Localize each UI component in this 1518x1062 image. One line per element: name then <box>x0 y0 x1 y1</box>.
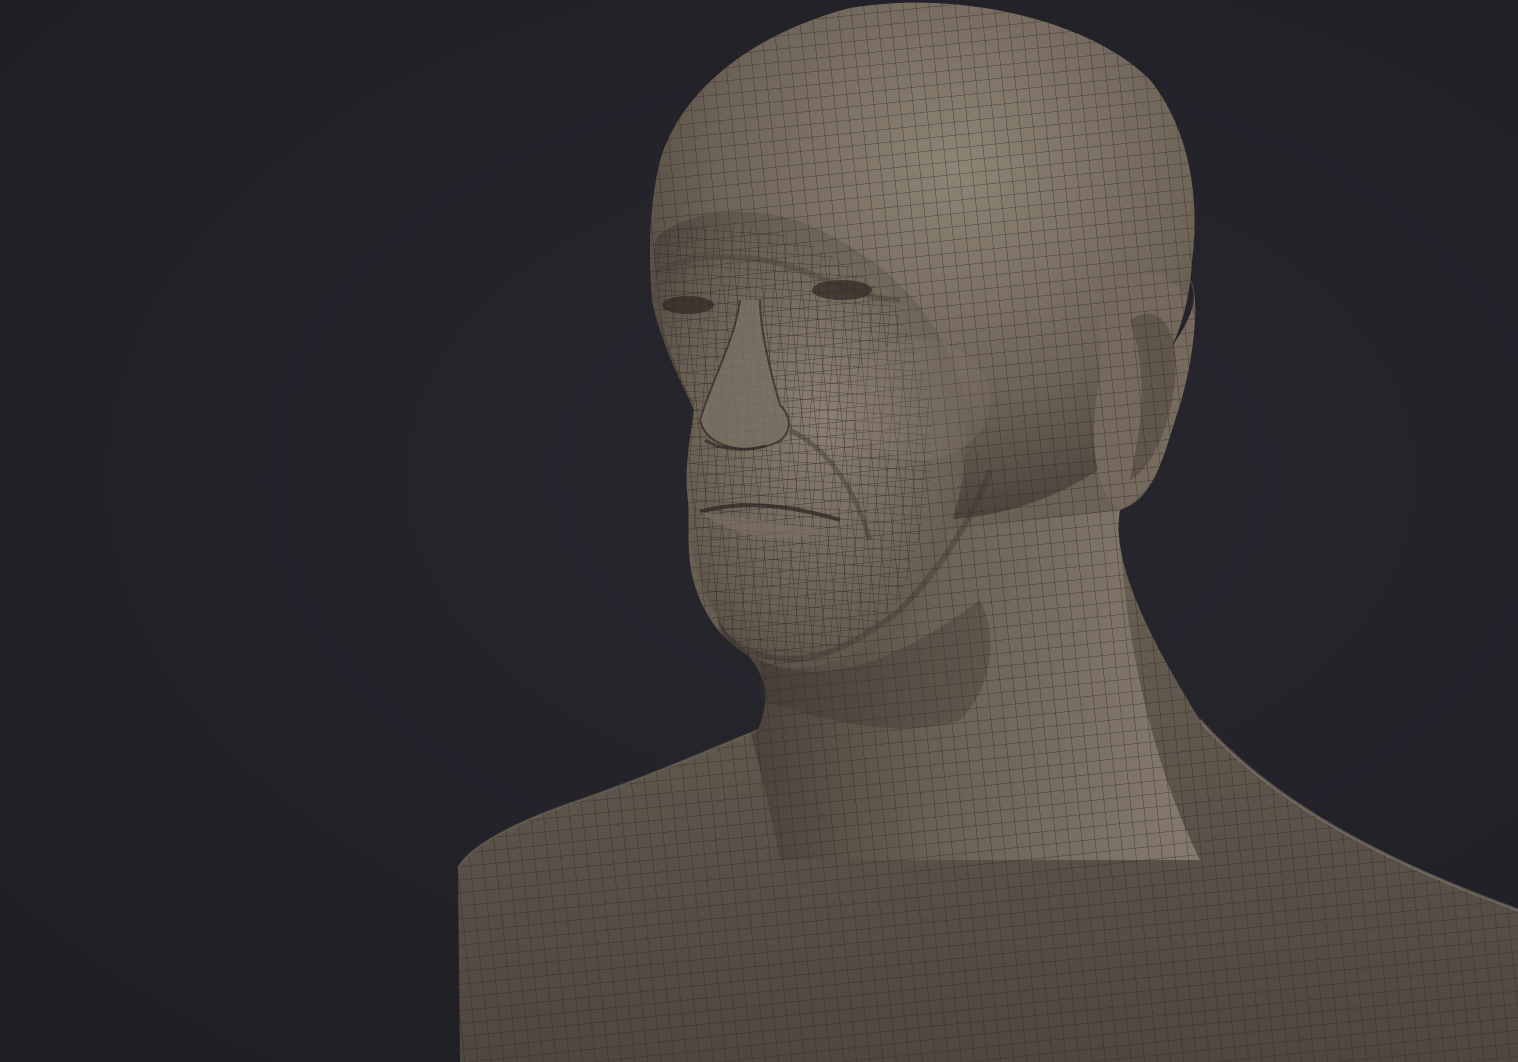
head-bust-model[interactable] <box>0 0 1518 1062</box>
left-eye <box>662 296 714 314</box>
3d-viewport[interactable] <box>0 0 1518 1062</box>
right-eye <box>812 280 872 300</box>
bust-body <box>458 2 1518 1062</box>
